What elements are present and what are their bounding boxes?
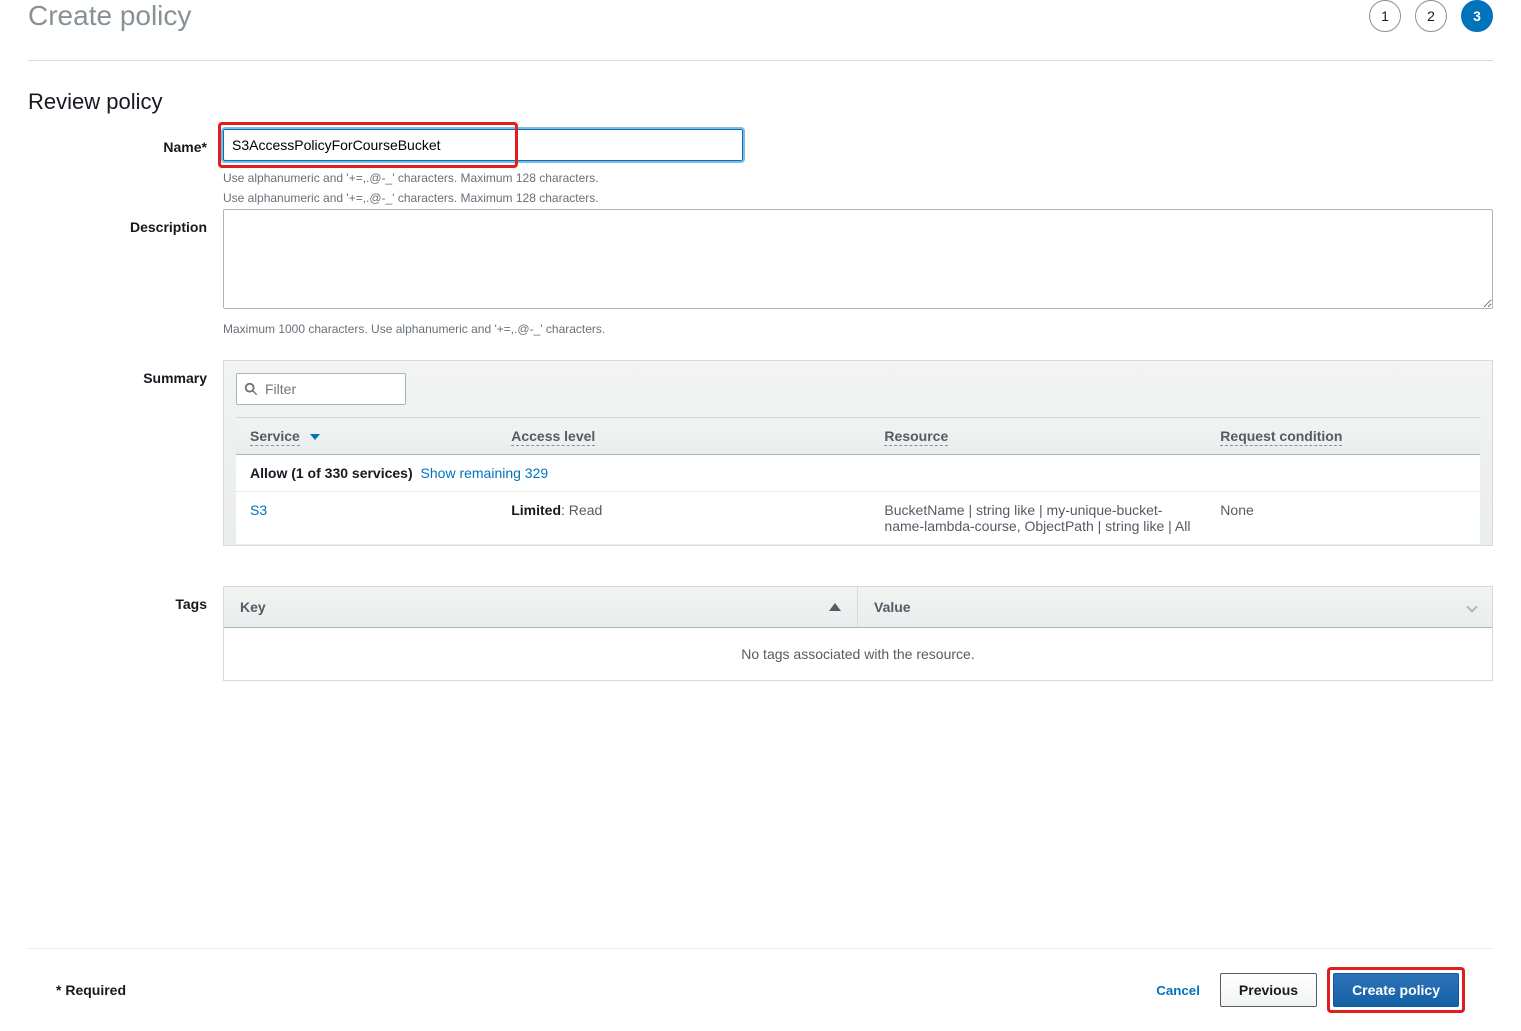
- access-level-cell: Limited: Read: [497, 492, 870, 545]
- search-icon: [244, 382, 258, 396]
- resource-cell: BucketName | string like | my-unique-buc…: [870, 492, 1206, 545]
- tags-label: Tags: [28, 586, 223, 612]
- create-policy-button[interactable]: Create policy: [1333, 973, 1459, 1007]
- tags-empty-message: No tags associated with the resource.: [224, 628, 1492, 680]
- step-1[interactable]: 1: [1369, 0, 1401, 32]
- wizard-steps: 1 2 3: [1369, 0, 1493, 32]
- sort-none-icon: [1466, 601, 1477, 612]
- sort-asc-icon: [829, 603, 841, 611]
- allow-count: Allow (1 of 330 services): [250, 465, 413, 481]
- col-request-condition[interactable]: Request condition: [1206, 418, 1480, 455]
- sort-caret-icon: [310, 434, 320, 440]
- page-title: Create policy: [28, 0, 191, 32]
- summary-table: Service Access level Resource Request co…: [236, 417, 1480, 545]
- cancel-button[interactable]: Cancel: [1146, 983, 1210, 998]
- wizard-footer: * Required Cancel Previous Create policy: [28, 948, 1493, 1031]
- page-header: Create policy 1 2 3: [28, 0, 1493, 61]
- col-service[interactable]: Service: [236, 418, 497, 455]
- summary-group-row: Allow (1 of 330 services) Show remaining…: [236, 455, 1480, 492]
- show-remaining-link[interactable]: Show remaining 329: [421, 465, 549, 481]
- col-access-level[interactable]: Access level: [497, 418, 870, 455]
- summary-panel: Service Access level Resource Request co…: [223, 360, 1493, 546]
- name-hint: Use alphanumeric and '+=,.@-_' character…: [223, 191, 1493, 205]
- summary-label: Summary: [28, 360, 223, 386]
- name-hint: Use alphanumeric and '+=,.@-_' character…: [223, 171, 1493, 185]
- tags-panel: Key Value No tags associated with the re…: [223, 586, 1493, 681]
- name-label: Name*: [28, 129, 223, 155]
- condition-cell: None: [1206, 492, 1480, 545]
- policy-name-input[interactable]: [223, 129, 743, 161]
- previous-button[interactable]: Previous: [1220, 973, 1317, 1007]
- required-note: * Required: [56, 982, 126, 998]
- summary-row-s3: S3 Limited: Read BucketName | string lik…: [236, 492, 1480, 545]
- description-label: Description: [28, 209, 223, 235]
- tags-col-value[interactable]: Value: [858, 587, 1492, 627]
- service-link-s3[interactable]: S3: [250, 502, 267, 518]
- review-title: Review policy: [28, 89, 1493, 115]
- step-3[interactable]: 3: [1461, 0, 1493, 32]
- tags-col-key[interactable]: Key: [224, 587, 858, 627]
- description-hint: Maximum 1000 characters. Use alphanumeri…: [223, 322, 1493, 336]
- col-resource[interactable]: Resource: [870, 418, 1206, 455]
- summary-filter-input[interactable]: [236, 373, 406, 405]
- create-policy-highlight: Create policy: [1327, 967, 1465, 1013]
- policy-description-input[interactable]: [223, 209, 1493, 309]
- step-2[interactable]: 2: [1415, 0, 1447, 32]
